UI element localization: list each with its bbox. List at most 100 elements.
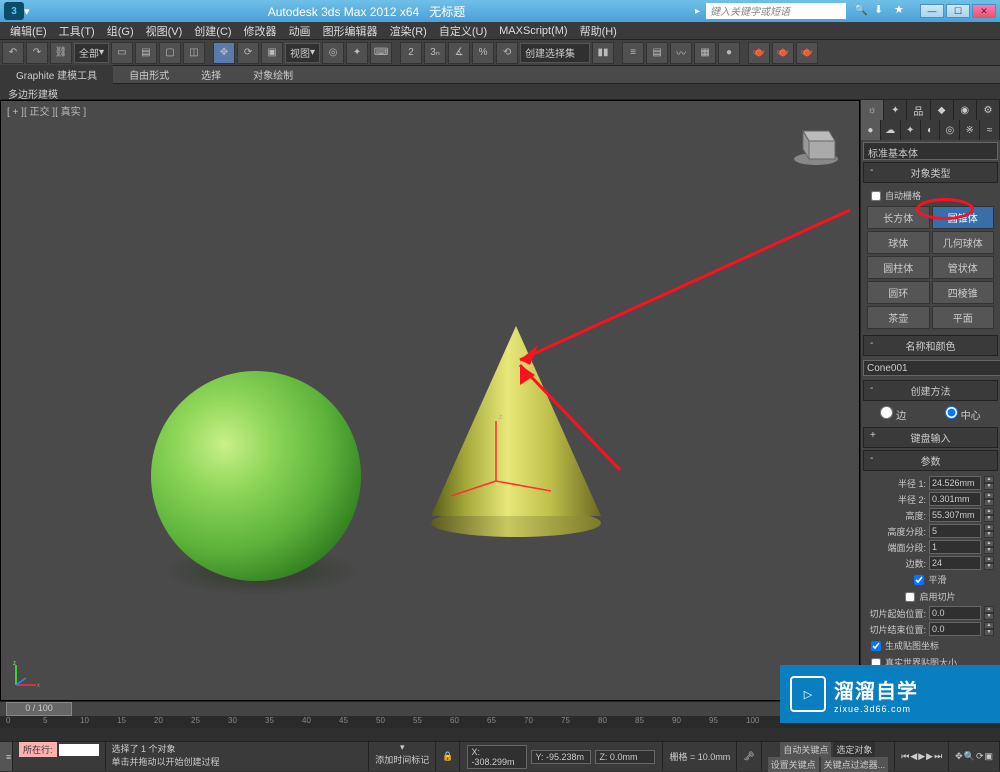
redo-icon[interactable]: ↷ (26, 42, 48, 64)
poly-modeling-row[interactable]: 多边形建模 (0, 84, 1000, 100)
close-button[interactable]: ✕ (972, 4, 996, 18)
align-icon[interactable]: ≡ (622, 42, 644, 64)
minimize-button[interactable]: — (920, 4, 944, 18)
signin-icon[interactable]: ⬇ (874, 3, 890, 19)
coord-y[interactable]: Y: -95.238m (531, 750, 591, 764)
check-gen-uv[interactable] (871, 641, 881, 651)
spinner-hsegs[interactable]: 5 (929, 524, 981, 538)
menu-modifiers[interactable]: 修改器 (238, 23, 283, 39)
spinner-slice-from[interactable]: 0.0 (929, 606, 981, 620)
help-search-input[interactable]: 键入关键字或短语 (706, 3, 846, 19)
ref-coord-dropdown[interactable]: 视图 ▾ (285, 43, 320, 63)
link-icon[interactable]: ⛓ (50, 42, 72, 64)
lock-icon[interactable]: 🔒 (436, 742, 460, 771)
mirror-icon[interactable]: ▮▮ (592, 42, 614, 64)
btn-cylinder[interactable]: 圆柱体 (867, 256, 930, 279)
manip-icon[interactable]: ✦ (346, 42, 368, 64)
scale-icon[interactable]: ▣ (261, 42, 283, 64)
keymode-icon[interactable]: ⌨ (370, 42, 392, 64)
favorite-icon[interactable]: ★ (894, 3, 910, 19)
viewport-perspective[interactable]: [ + ][ 正交 ][ 真实 ] z x x z (0, 100, 860, 701)
cone-object[interactable] (431, 326, 601, 526)
menu-view[interactable]: 视图(V) (140, 23, 189, 39)
subtab-helpers[interactable]: ◎ (940, 120, 960, 140)
btn-pyramid[interactable]: 四棱锥 (932, 281, 995, 304)
spinner-height[interactable]: 55.307mm (929, 508, 981, 522)
material-editor-icon[interactable]: ● (718, 42, 740, 64)
rollout-name-color[interactable]: 名称和颜色 (863, 335, 998, 356)
maxscript-toggle-icon[interactable]: ≡ (0, 742, 13, 771)
check-slice[interactable] (905, 592, 915, 602)
viewcube[interactable] (791, 119, 841, 169)
subtab-shapes[interactable]: ☁ (881, 120, 901, 140)
rotate-icon[interactable]: ⟳ (237, 42, 259, 64)
coord-x[interactable]: X: -308.299m (467, 745, 527, 769)
time-track[interactable] (0, 728, 1000, 742)
autokey-button[interactable]: 自动关键点 (780, 742, 831, 757)
viewport-orbit-icon[interactable]: ⟳ (976, 751, 984, 762)
rollout-object-type[interactable]: 对象类型 (863, 162, 998, 183)
goto-start-icon[interactable]: ⏮ (901, 751, 909, 762)
spinner-csegs[interactable]: 1 (929, 540, 981, 554)
select-icon[interactable]: ▭ (111, 42, 133, 64)
prev-frame-icon[interactable]: ◀ (910, 751, 917, 762)
autogrid-checkbox[interactable] (871, 191, 881, 201)
btn-cone[interactable]: 圆锥体 (932, 206, 995, 229)
radio-center[interactable]: 中心 (945, 406, 981, 422)
menu-customize[interactable]: 自定义(U) (433, 23, 493, 39)
render-frame-icon[interactable]: 🫖 (772, 42, 794, 64)
prompt-input[interactable] (59, 744, 99, 756)
btn-sphere[interactable]: 球体 (867, 231, 930, 254)
rollout-create-method[interactable]: 创建方法 (863, 380, 998, 401)
named-selset-dropdown[interactable]: 创建选择集 (520, 43, 590, 63)
select-name-icon[interactable]: ▤ (135, 42, 157, 64)
spinner-snap-icon[interactable]: ⟲ (496, 42, 518, 64)
btn-geosphere[interactable]: 几何球体 (932, 231, 995, 254)
btn-plane[interactable]: 平面 (932, 306, 995, 329)
sphere-object[interactable] (151, 371, 361, 581)
coord-z[interactable]: Z: 0.0mm (595, 750, 655, 764)
tab-create[interactable]: ☼ (861, 100, 884, 120)
keyfilter-button[interactable]: 关键点过滤器... (821, 757, 889, 772)
selset-dropdown[interactable]: 选定对象 (833, 742, 875, 757)
key-lock-icon[interactable]: 🗝 (737, 742, 761, 771)
menu-group[interactable]: 组(G) (101, 23, 140, 39)
menu-maxscript[interactable]: MAXScript(M) (493, 25, 573, 37)
menu-animation[interactable]: 动画 (283, 23, 317, 39)
viewport-pan-icon[interactable]: ✥ (955, 751, 963, 762)
rect-select-icon[interactable]: ▢ (159, 42, 181, 64)
menu-grapheditor[interactable]: 图形编辑器 (317, 23, 384, 39)
render-setup-icon[interactable]: 🫖 (748, 42, 770, 64)
snap3-icon[interactable]: 3ₙ (424, 42, 446, 64)
radio-edge[interactable]: 边 (880, 406, 906, 422)
percentsnap-icon[interactable]: % (472, 42, 494, 64)
undo-icon[interactable]: ↶ (2, 42, 24, 64)
snap2-icon[interactable]: 2 (400, 42, 422, 64)
object-name-input[interactable] (863, 360, 1000, 376)
menu-create[interactable]: 创建(C) (188, 23, 237, 39)
qat-icon[interactable]: ▾ (24, 5, 38, 18)
btn-teapot[interactable]: 茶壶 (867, 306, 930, 329)
ribbon-tab-selection[interactable]: 选择 (185, 65, 237, 84)
subtab-spacewarps[interactable]: ※ (960, 120, 980, 140)
ribbon-tab-graphite[interactable]: Graphite 建模工具 (0, 65, 113, 84)
render-icon[interactable]: 🫖 (796, 42, 818, 64)
menu-help[interactable]: 帮助(H) (574, 23, 623, 39)
window-crossing-icon[interactable]: ◫ (183, 42, 205, 64)
app-icon[interactable]: 3 (4, 2, 24, 20)
spinner-radius2[interactable]: 0.301mm (929, 492, 981, 506)
primitive-category-dropdown[interactable]: 标准基本体 (863, 142, 998, 160)
pivot-icon[interactable]: ◎ (322, 42, 344, 64)
subtab-systems[interactable]: ≈ (980, 120, 1000, 140)
setkey-button[interactable]: 设置关键点 (768, 757, 819, 772)
subtab-cameras[interactable]: ◐ (921, 120, 941, 140)
check-smooth[interactable] (914, 575, 924, 585)
time-slider-thumb[interactable]: 0 / 100 (6, 702, 72, 716)
menu-edit[interactable]: 编辑(E) (4, 23, 53, 39)
move-icon[interactable]: ✥ (213, 42, 235, 64)
maximize-button[interactable]: ☐ (946, 4, 970, 18)
tab-display[interactable]: ◉ (954, 100, 977, 120)
btn-torus[interactable]: 圆环 (867, 281, 930, 304)
search-icon[interactable]: 🔍 (854, 3, 870, 19)
ribbon-tab-freeform[interactable]: 自由形式 (113, 65, 185, 84)
